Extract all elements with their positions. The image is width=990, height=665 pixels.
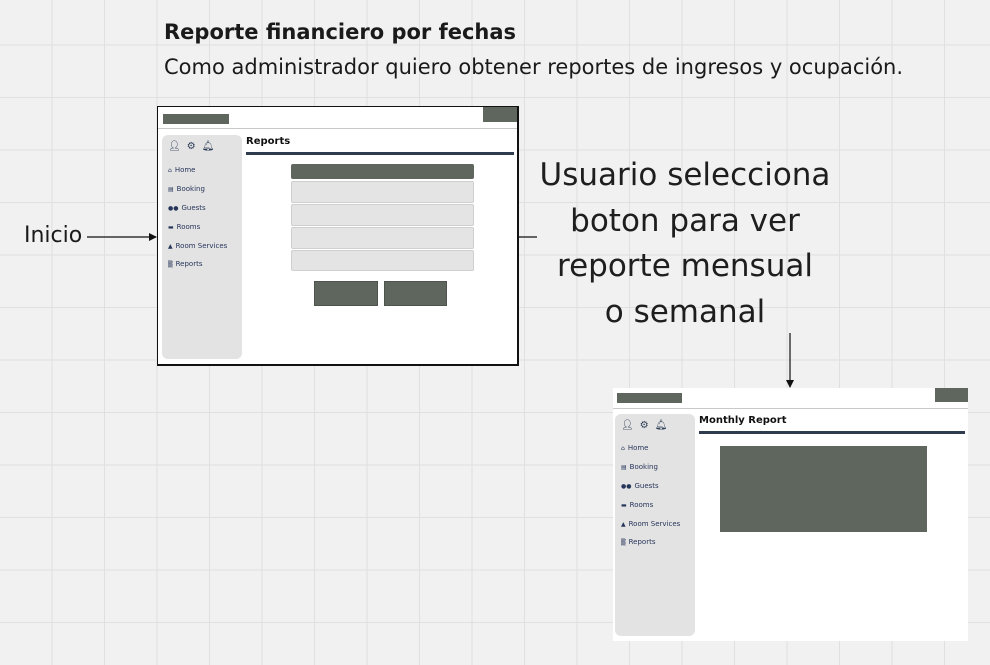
page-title: Monthly Report	[699, 415, 787, 426]
flow-note-line: reporte mensual	[557, 248, 813, 284]
monthly-report-screen-mockup: 👤︎ ⚙︎ 🔔︎ ⌂ Home ▤ Booking ●● Guests ▬ Rooms …	[613, 388, 968, 641]
room-service-icon: ▲	[168, 242, 173, 250]
title-underline	[699, 431, 965, 434]
sidebar-item-room-services[interactable]: ▲ Room Services	[168, 242, 227, 250]
top-bar	[613, 388, 968, 409]
sidebar-item-label: Rooms	[176, 223, 201, 231]
room-service-icon: ▲	[621, 520, 626, 528]
sidebar-item-guests[interactable]: ●● Guests	[621, 482, 659, 490]
top-bar	[158, 107, 517, 129]
sidebar-item-label: Home	[174, 166, 196, 174]
sidebar-item-label: Home	[627, 444, 649, 452]
chart-icon: ▒	[168, 260, 173, 268]
sidebar-item-label: Reports	[628, 538, 656, 546]
report-option-field[interactable]	[291, 250, 474, 271]
sidebar-item-guests[interactable]: ●● Guests	[168, 204, 206, 212]
bell-icon[interactable]: 🔔︎	[655, 420, 668, 431]
title-underline	[246, 152, 514, 155]
monthly-report-button[interactable]	[314, 281, 378, 306]
report-type-selector[interactable]	[291, 164, 474, 179]
sidebar-item-booking[interactable]: ▤ Booking	[621, 463, 658, 471]
sidebar: 👤︎ ⚙︎ 🔔︎ ⌂ Home ▤ Booking ●● Guests ▬ Rooms …	[162, 135, 242, 359]
people-icon: ●●	[621, 482, 632, 490]
calendar-icon: ▤	[621, 463, 627, 471]
bed-icon: ▬	[168, 223, 174, 231]
flow-note-line: o semanal	[604, 293, 766, 330]
sidebar-item-rooms[interactable]: ▬ Rooms	[621, 501, 653, 509]
sidebar-item-reports[interactable]: ▒ Reports	[621, 538, 655, 546]
calendar-icon: ▤	[168, 185, 174, 193]
sidebar-item-reports[interactable]: ▒ Reports	[168, 260, 202, 268]
gear-icon[interactable]: ⚙︎	[640, 420, 649, 431]
user-icon[interactable]: 👤︎	[168, 141, 181, 152]
user-icon[interactable]: 👤︎	[621, 420, 634, 431]
home-icon: ⌂	[621, 444, 625, 452]
sidebar-item-home[interactable]: ⌂ Home	[621, 444, 648, 452]
sidebar-top-icons: 👤︎ ⚙︎ 🔔︎	[621, 420, 667, 431]
sidebar-item-label: Booking	[176, 185, 205, 193]
chart-icon: ▒	[621, 538, 626, 546]
sidebar-item-rooms[interactable]: ▬ Rooms	[168, 223, 200, 231]
people-icon: ●●	[168, 204, 179, 212]
sidebar: 👤︎ ⚙︎ 🔔︎ ⌂ Home ▤ Booking ●● Guests ▬ Rooms …	[615, 414, 695, 636]
sidebar-item-room-services[interactable]: ▲ Room Services	[621, 520, 680, 528]
sidebar-item-label: Room Services	[175, 242, 228, 250]
home-icon: ⌂	[168, 166, 172, 174]
gear-icon[interactable]: ⚙︎	[187, 141, 196, 152]
report-option-field[interactable]	[291, 181, 474, 203]
bed-icon: ▬	[621, 501, 627, 509]
sidebar-item-label: Reports	[175, 260, 203, 268]
reports-screen-mockup: 👤︎ ⚙︎ 🔔︎ ⌂ Home ▤ Booking ●● Guests ▬ Rooms …	[157, 106, 519, 366]
flow-note-line: Usuario selecciona	[539, 157, 831, 193]
logo-placeholder	[617, 393, 682, 403]
sidebar-item-home[interactable]: ⌂ Home	[168, 166, 195, 174]
sidebar-item-label: Guests	[181, 204, 206, 212]
sidebar-item-booking[interactable]: ▤ Booking	[168, 185, 205, 193]
start-label: Inicio	[24, 223, 83, 248]
report-option-field[interactable]	[291, 227, 474, 249]
sidebar-item-label: Room Services	[628, 520, 681, 528]
account-placeholder[interactable]	[483, 107, 517, 122]
sidebar-item-label: Guests	[634, 482, 659, 490]
sidebar-item-label: Rooms	[629, 501, 654, 509]
flow-note: Usuario selecciona boton para ver report…	[530, 153, 840, 335]
logo-placeholder	[163, 114, 229, 124]
weekly-report-button[interactable]	[384, 281, 447, 306]
bell-icon[interactable]: 🔔︎	[202, 141, 215, 152]
account-placeholder[interactable]	[935, 388, 968, 402]
sidebar-item-label: Booking	[629, 463, 658, 471]
flow-note-line: boton para ver	[570, 202, 800, 239]
monthly-report-content-placeholder	[720, 446, 927, 532]
sidebar-top-icons: 👤︎ ⚙︎ 🔔︎	[168, 141, 214, 152]
report-option-field[interactable]	[291, 204, 474, 226]
page-title: Reports	[246, 136, 291, 147]
